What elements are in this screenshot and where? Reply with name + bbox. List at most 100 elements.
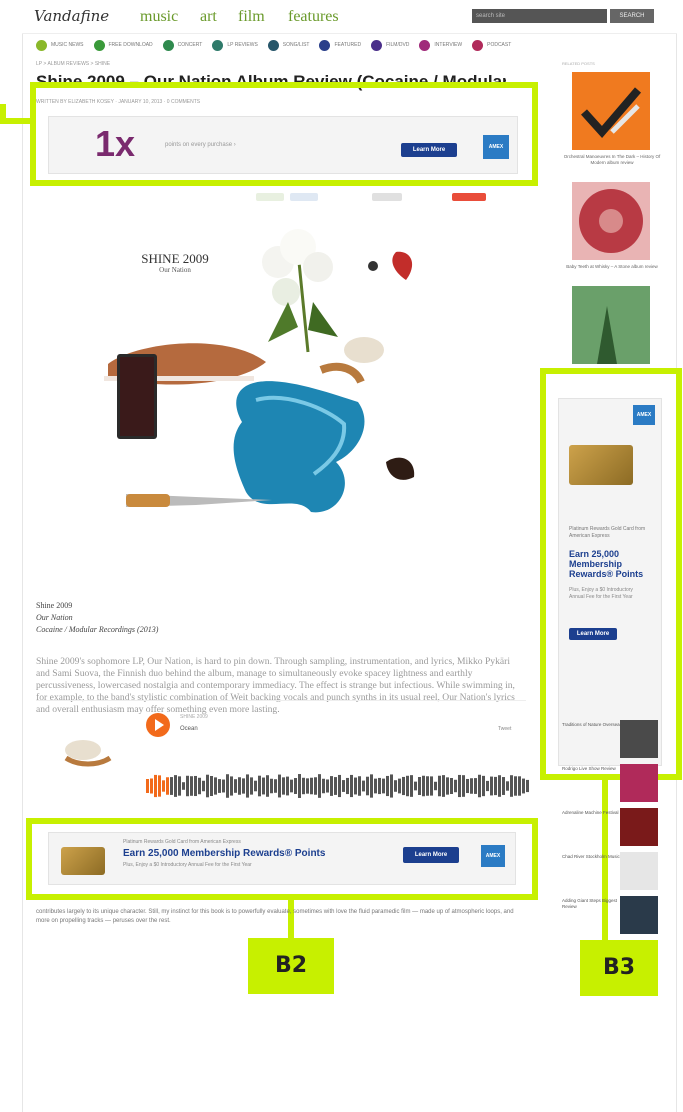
waveform-bar: [226, 774, 229, 798]
category-item[interactable]: PODCAST: [472, 35, 511, 55]
sidebar-thumb-1[interactable]: [572, 72, 650, 150]
waveform-bar: [198, 777, 201, 795]
art-title: SHINE 2009: [141, 251, 209, 266]
search-input[interactable]: search site: [472, 9, 607, 23]
category-item[interactable]: LP REVIEWS: [212, 35, 258, 55]
waveform-bar: [298, 774, 301, 798]
waveform-bar: [310, 777, 313, 795]
waveform-bar: [158, 775, 161, 797]
category-label: FEATURED: [334, 42, 362, 48]
category-item[interactable]: FILM/DVD: [371, 35, 409, 55]
category-dot-icon: [267, 39, 279, 51]
waveform-bar: [406, 775, 409, 797]
sidebar-list-thumb[interactable]: [620, 896, 658, 934]
waveform-bar: [242, 778, 245, 794]
waveform-bar: [262, 777, 265, 795]
category-item[interactable]: MUSIC NEWS: [36, 35, 84, 55]
waveform-bar: [474, 778, 477, 794]
waveform-bar: [278, 774, 281, 798]
category-dot-icon: [472, 39, 484, 51]
waveform-bar: [398, 778, 401, 794]
waveform-bar: [306, 778, 309, 794]
nav-features[interactable]: features: [288, 8, 339, 26]
category-label: SONG/LIST: [282, 42, 310, 48]
waveform-bar: [502, 777, 505, 795]
label-b2: B2: [248, 938, 334, 994]
waveform-bar: [434, 781, 437, 791]
waveform-bar: [266, 775, 269, 797]
waveform-bar: [258, 775, 261, 797]
play-button[interactable]: [146, 713, 170, 737]
category-item[interactable]: CONCERT: [162, 35, 203, 55]
sidebar-list-item[interactable]: Traditions of Nature Overseas: [562, 722, 622, 728]
breadcrumb[interactable]: LP > ALBUM REVIEWS > SHINE: [36, 61, 110, 67]
sidebar-list-thumb[interactable]: [620, 852, 658, 890]
label-b3: B3: [580, 940, 658, 996]
waveform-bar: [302, 777, 305, 795]
nav-film[interactable]: film: [238, 8, 265, 26]
waveform-bar: [370, 774, 373, 798]
share-button[interactable]: [452, 193, 486, 201]
sidebar-list-item[interactable]: Rodrigo Live Show Review: [562, 766, 622, 772]
waveform-bar: [194, 775, 197, 797]
waveform[interactable]: [146, 770, 530, 802]
sidebar-list-item[interactable]: Adrenaline Machine Festival: [562, 810, 622, 816]
waveform-bar: [294, 778, 297, 794]
waveform-bar: [430, 776, 433, 796]
tweet-button[interactable]: Tweet: [498, 726, 511, 732]
caption-album: Our Nation: [36, 613, 73, 622]
sidebar-list-thumb[interactable]: [620, 764, 658, 802]
sidebar-thumb-2[interactable]: [572, 182, 650, 260]
highlight-box-b3: [540, 368, 682, 780]
category-label: INTERVIEW: [434, 42, 463, 48]
category-label: CONCERT: [177, 42, 203, 48]
category-item[interactable]: INTERVIEW: [419, 35, 462, 55]
waveform-bar: [338, 774, 341, 798]
waveform-bar: [518, 776, 521, 796]
category-item[interactable]: FEATURED: [319, 35, 361, 55]
waveform-bar: [358, 776, 361, 796]
player-cover-icon: [64, 740, 112, 767]
nav-art[interactable]: art: [200, 8, 217, 26]
waveform-bar: [438, 775, 441, 797]
search-button[interactable]: SEARCH: [610, 9, 654, 23]
category-item[interactable]: FREE DOWNLOAD: [93, 35, 153, 55]
share-button[interactable]: [256, 193, 284, 201]
sidebar-caption-2[interactable]: Baby Teeth at Whisky – A Stone album rev…: [562, 264, 662, 270]
waveform-bar: [238, 777, 241, 795]
sidebar-list-thumb[interactable]: [620, 720, 658, 758]
waveform-bar: [402, 776, 405, 796]
waveform-bar: [354, 777, 357, 795]
nav-music[interactable]: music: [140, 8, 178, 26]
share-button[interactable]: [290, 193, 318, 201]
waveform-bar: [214, 777, 217, 795]
sidebar-list-item[interactable]: Adding Giant Steps Biggest Review: [562, 898, 622, 910]
sidebar-caption-1[interactable]: Orchestral Manoeuvres In The Dark – Hist…: [562, 154, 662, 166]
waveform-bar: [202, 780, 205, 792]
waveform-bar: [318, 774, 321, 798]
category-item[interactable]: SONG/LIST: [267, 35, 310, 55]
waveform-bar: [222, 779, 225, 793]
waveform-bar: [254, 780, 257, 792]
category-dot-icon: [36, 39, 47, 51]
sidebar-list-thumb[interactable]: [620, 808, 658, 846]
waveform-bar: [186, 775, 189, 797]
waveform-bar: [410, 775, 413, 797]
waveform-bar: [362, 780, 365, 792]
category-dot-icon: [419, 39, 431, 51]
highlight-connector-edge: [0, 104, 6, 124]
waveform-bar: [514, 776, 517, 796]
waveform-bar: [346, 777, 349, 795]
category-dot-icon: [93, 39, 105, 51]
waveform-bar: [450, 777, 453, 795]
sidebar-list-item[interactable]: Chad River Stockholm Music: [562, 854, 622, 860]
waveform-bar: [494, 776, 497, 796]
site-logo[interactable]: Vandafine: [34, 7, 109, 25]
waveform-bar: [466, 778, 469, 794]
share-button[interactable]: [372, 193, 402, 201]
waveform-bar: [442, 775, 445, 797]
waveform-bar: [390, 774, 393, 798]
sidebar-thumb-3[interactable]: [572, 286, 650, 364]
waveform-bar: [382, 778, 385, 794]
waveform-bar: [478, 774, 481, 798]
